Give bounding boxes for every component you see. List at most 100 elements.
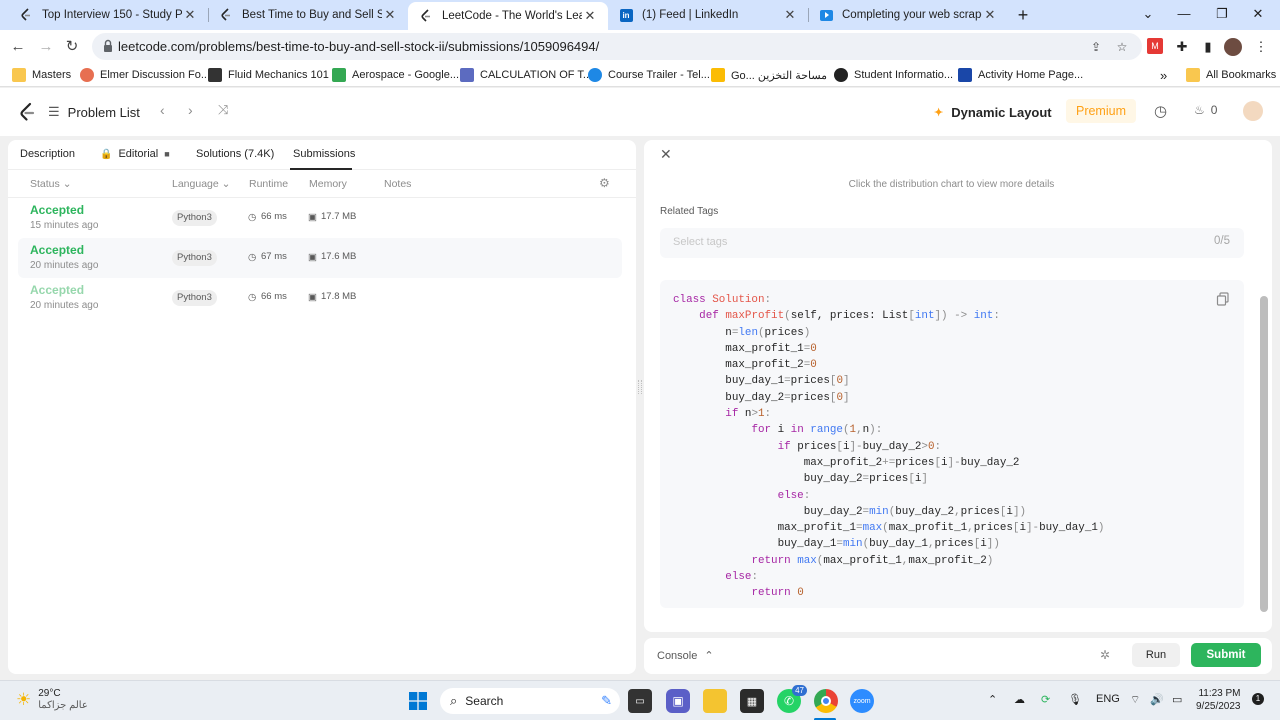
taskbar-clock[interactable]: 11:23 PM 9/25/2023 bbox=[1196, 687, 1241, 713]
close-icon[interactable]: ✕ bbox=[182, 7, 198, 23]
back-icon[interactable]: ← bbox=[7, 36, 29, 58]
dynamic-layout-button[interactable]: ✦ Dynamic Layout bbox=[934, 100, 1052, 124]
weather-widget[interactable]: ☀ 29°C عالم جزاكما bbox=[16, 688, 88, 712]
share-icon[interactable]: ⇪ bbox=[1088, 39, 1104, 55]
bookmark-item[interactable]: Student Informatio... bbox=[834, 67, 953, 83]
all-bookmarks-button[interactable]: All Bookmarks bbox=[1186, 67, 1276, 83]
bookmark-item[interactable]: Activity Home Page... bbox=[958, 67, 1083, 83]
tab-description[interactable]: Description bbox=[20, 148, 75, 160]
task-view-icon[interactable]: ▭ bbox=[628, 689, 652, 713]
address-bar[interactable]: leetcode.com/problems/best-time-to-buy-a… bbox=[92, 33, 1142, 60]
profile-avatar[interactable] bbox=[1224, 38, 1242, 56]
star-icon[interactable]: ☆ bbox=[1114, 39, 1130, 55]
wifi-icon[interactable]: ⌔ bbox=[1130, 693, 1140, 707]
settings-gear-icon[interactable]: ⚙ bbox=[599, 176, 610, 190]
copy-icon[interactable] bbox=[1216, 292, 1230, 306]
premium-button[interactable]: Premium bbox=[1066, 99, 1136, 123]
sync-icon[interactable]: ⟳ bbox=[1041, 693, 1050, 706]
column-language[interactable]: Language ⌄ bbox=[172, 178, 230, 190]
microphone-icon[interactable]: 🎙 bbox=[1068, 693, 1082, 706]
browser-tab-active[interactable]: LeetCode - The World's Leading ✕ bbox=[408, 2, 608, 30]
tab-editorial[interactable]: 🔒 Editorial ■ bbox=[100, 148, 170, 160]
store-icon[interactable]: ▦ bbox=[740, 689, 764, 713]
volume-icon[interactable]: 🔊 bbox=[1150, 693, 1164, 706]
code-token: ] bbox=[842, 391, 850, 404]
close-window-icon[interactable]: ✕ bbox=[1240, 0, 1276, 28]
bookmark-item[interactable]: Elmer Discussion Fo... bbox=[80, 67, 210, 83]
tags-select[interactable]: Select tags 0/5 bbox=[660, 228, 1244, 258]
tab-submissions[interactable]: Submissions bbox=[293, 148, 355, 160]
leetcode-logo[interactable] bbox=[18, 102, 36, 122]
console-toggle[interactable]: Console ⌃ bbox=[657, 649, 714, 662]
tab-solutions[interactable]: Solutions (7.4K) bbox=[196, 148, 274, 160]
next-problem-icon[interactable]: › bbox=[188, 102, 193, 118]
close-icon[interactable]: ✕ bbox=[660, 146, 672, 163]
browser-tab[interactable]: Completing your web scraper ✕ bbox=[808, 2, 1008, 28]
forward-icon[interactable]: → bbox=[35, 36, 57, 58]
timer-icon[interactable]: ◷ bbox=[1154, 102, 1167, 120]
whatsapp-icon[interactable]: ✆ 47 bbox=[777, 685, 807, 713]
language-indicator[interactable]: ENG bbox=[1096, 693, 1120, 705]
user-avatar[interactable] bbox=[1243, 101, 1263, 121]
close-icon[interactable]: ✕ bbox=[382, 7, 398, 23]
teams-icon[interactable]: ▣ bbox=[666, 689, 690, 713]
tab-search-icon[interactable]: ⌄ bbox=[1130, 0, 1166, 28]
cloud-icon[interactable]: ☁ bbox=[1014, 693, 1025, 706]
browser-tab[interactable]: in (1) Feed | LinkedIn ✕ bbox=[608, 2, 808, 28]
battery-icon[interactable]: ▭ bbox=[1172, 693, 1182, 706]
notification-icon[interactable]: 1 bbox=[1252, 693, 1264, 705]
reload-icon[interactable]: ↻ bbox=[61, 36, 83, 58]
close-icon[interactable]: ✕ bbox=[982, 7, 998, 23]
chevron-up-icon[interactable]: ⌃ bbox=[988, 693, 997, 706]
code-line: max_profit_1=max(max_profit_1,prices[i]-… bbox=[673, 520, 1105, 536]
browser-tab[interactable]: Best Time to Buy and Sell Stock ✕ bbox=[208, 2, 408, 28]
table-row[interactable]: Accepted 20 minutes ago Python3 ◷ 66 ms ▣… bbox=[18, 278, 622, 318]
table-header: Status ⌄ Language ⌄ Runtime Memory Notes… bbox=[8, 170, 636, 198]
submit-button[interactable]: Submit bbox=[1191, 643, 1261, 667]
chrome-icon[interactable] bbox=[814, 689, 838, 713]
panel-resize-handle[interactable] bbox=[638, 380, 642, 394]
bookmark-item[interactable]: Aerospace - Google... bbox=[332, 67, 459, 83]
table-row[interactable]: Accepted 20 minutes ago Python3 ◷ 67 ms ▣… bbox=[18, 238, 622, 278]
fluid-icon bbox=[208, 68, 222, 82]
status-accepted[interactable]: Accepted bbox=[30, 203, 84, 217]
status-accepted[interactable]: Accepted bbox=[30, 243, 84, 257]
bookmark-label: Elmer Discussion Fo... bbox=[100, 69, 211, 81]
browser-tab[interactable]: Top Interview 150 - Study Plan - ✕ bbox=[8, 2, 208, 28]
memory-text: 17.6 MB bbox=[321, 251, 357, 262]
shuffle-icon[interactable]: ⤨ bbox=[218, 102, 228, 118]
file-explorer-icon[interactable] bbox=[703, 689, 727, 713]
maximize-icon[interactable]: ❐ bbox=[1204, 0, 1240, 28]
scrollbar[interactable] bbox=[1260, 296, 1268, 612]
code-token: prices bbox=[764, 326, 804, 339]
extension-icon[interactable]: M bbox=[1147, 38, 1163, 54]
minimize-icon[interactable]: — bbox=[1166, 0, 1202, 28]
code-token: buy_day_2 bbox=[725, 391, 785, 404]
code-block[interactable]: class Solution: def maxProfit(self, pric… bbox=[660, 280, 1244, 608]
windows-start-icon[interactable] bbox=[406, 689, 430, 713]
bookmark-item[interactable]: Fluid Mechanics 101 bbox=[208, 67, 329, 83]
problem-list-button[interactable]: ☰ Problem List bbox=[48, 104, 140, 120]
taskbar-search[interactable]: ⌕ Search ✎ bbox=[440, 688, 620, 714]
table-row[interactable]: Accepted 15 minutes ago Python3 ◷ 66 ms ▣… bbox=[18, 198, 622, 238]
streak-counter[interactable]: ♨ 0 bbox=[1194, 103, 1217, 117]
side-panel-icon[interactable]: ▮ bbox=[1199, 38, 1217, 56]
status-accepted[interactable]: Accepted bbox=[30, 283, 84, 297]
bookmark-item[interactable]: Go... مساحة التخزين bbox=[711, 67, 827, 83]
code-token: prices bbox=[934, 538, 974, 551]
code-token: prices bbox=[790, 391, 830, 404]
more-bookmarks-button[interactable]: » bbox=[1160, 67, 1167, 83]
bookmark-item[interactable]: Course Trailer - Tel... bbox=[588, 67, 710, 83]
bookmark-item[interactable]: CALCULATION OF T... bbox=[460, 67, 592, 83]
menu-icon[interactable]: ⋮ bbox=[1252, 38, 1270, 56]
run-button[interactable]: Run bbox=[1132, 643, 1180, 667]
extensions-puzzle-icon[interactable]: ✚ bbox=[1173, 38, 1191, 56]
close-icon[interactable]: ✕ bbox=[782, 7, 798, 23]
close-icon[interactable]: ✕ bbox=[582, 8, 598, 24]
new-tab-button[interactable]: + bbox=[1012, 4, 1034, 26]
zoom-icon[interactable]: zoom bbox=[850, 689, 874, 713]
column-status[interactable]: Status ⌄ bbox=[30, 178, 72, 190]
prev-problem-icon[interactable]: ‹ bbox=[160, 102, 165, 118]
bookmark-item[interactable]: Masters bbox=[12, 67, 71, 83]
debug-icon[interactable]: ✲ bbox=[1100, 648, 1110, 662]
